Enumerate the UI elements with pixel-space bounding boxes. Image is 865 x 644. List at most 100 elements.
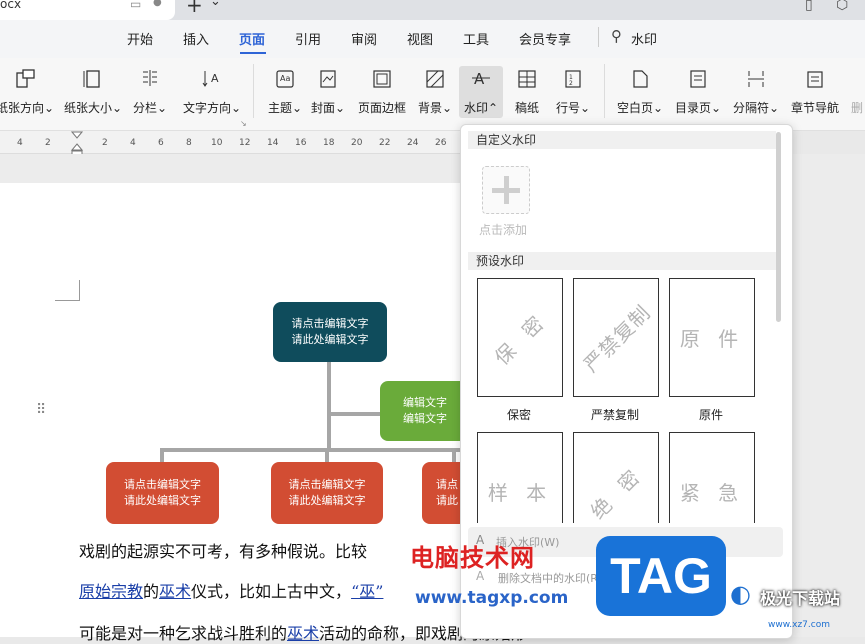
ruler-number: 10 [211,138,223,148]
toc-page-icon [690,70,706,88]
tab-list-chevron-icon[interactable]: ⌄ [210,0,221,9]
page-break-icon [748,71,764,87]
preset-caption: 原件 [698,408,723,422]
node-text: 请点击编辑文字 [288,478,366,491]
menu-tools[interactable]: 工具 [463,29,489,48]
columns-button[interactable]: 分栏⌄ [120,60,180,122]
theme-label: 主题 [267,101,292,115]
cover-button[interactable]: 封面⌄ [298,60,358,122]
orientation-label: 纸张方向 [0,101,44,115]
ruler-number: 16 [295,138,307,148]
diagram-child-node[interactable]: 请点击编辑文字 请此处编辑文字 [106,462,219,524]
node-text: 请点击编辑文字 [124,478,201,491]
watermark-label: 水印 [463,101,488,115]
line-number-button[interactable]: 12 行号⌄ [543,60,603,122]
page-border-label: 页面边框 [357,101,406,115]
node-text: 编辑文字 [403,412,447,425]
background-icon [426,70,444,88]
ruler-number: 18 [323,138,335,148]
custom-watermark-header: 自定义水印 [468,131,776,149]
separator-label: 分隔符 [732,101,769,115]
menu-member[interactable]: 会员专享 [519,29,571,48]
background-label: 背景 [417,101,442,115]
page-border-button[interactable]: 页面边框 [352,60,412,122]
svg-text:2: 2 [569,80,573,87]
link-wu[interactable]: “巫” [351,582,383,601]
search-text[interactable]: 水印 [631,29,657,48]
new-tab-button[interactable]: + [186,0,203,17]
body-paragraph-line[interactable]: 原始宗教的巫术仪式，比如上古中文，“巫” [79,578,383,602]
orientation-button[interactable]: 纸张方向⌄ [0,60,55,122]
menu-review[interactable]: 审阅 [351,29,377,48]
preset-watermark-original[interactable]: 原 件 [669,278,755,397]
tag-logo: TAG [596,536,726,616]
add-custom-watermark-label: 点击添加 [479,223,528,237]
document-tab-label: ocx [0,0,22,11]
paper-size-button[interactable]: 纸张大小⌄ [63,60,123,122]
orientation-icon [16,69,35,88]
horizontal-ruler [0,131,460,154]
phone-icon[interactable]: ▯ [805,0,813,13]
page-border-icon [373,70,391,88]
watermark-preview-text: 绝 密 [585,461,649,523]
watermark-preview-text: 原 件 [679,327,745,351]
text-direction-button[interactable]: A 文字方向⌄ [178,60,246,122]
ruler-number: 12 [239,138,251,148]
link-primitive-religion[interactable]: 原始宗教 [79,582,143,601]
watermark-preview-text: 紧 急 [679,481,745,505]
columns-label: 分栏 [132,101,157,115]
diagram-child-node[interactable]: 请点 请此 [422,462,462,524]
tab-close-dot-icon[interactable]: ● [153,0,162,8]
node-text: 请此处编辑文字 [291,333,369,346]
search-icon[interactable]: ⚲ [611,27,622,45]
separator-button[interactable]: 分隔符⌄ [726,60,786,122]
ruler-number: 4 [17,138,23,148]
watermark-icon: A [472,70,490,88]
menu-start[interactable]: 开始 [127,29,153,48]
text-direction-label: 文字方向 [182,101,231,115]
menu-insert[interactable]: 插入 [183,29,209,48]
section-nav-icon [807,71,823,88]
diagram-connector [160,448,460,452]
cover-icon [320,70,336,88]
watermark-preview-text: 严禁复制 [578,300,656,377]
dialog-launcher-icon[interactable]: ↘ [240,119,247,128]
blank-page-button[interactable]: 空白页⌄ [610,60,670,122]
add-custom-watermark-button[interactable] [482,166,530,214]
drag-handle-icon[interactable]: ⠿ [36,402,46,418]
diagram-root-node[interactable]: 请点击编辑文字 请此处编辑文字 [273,302,387,362]
link-witchcraft[interactable]: 巫术 [159,582,191,601]
diagram-connector [325,448,329,462]
preset-watermark-no-copy[interactable]: 严禁复制 [573,278,659,397]
box-icon[interactable]: ⬡ [836,0,848,13]
svg-text:A: A [211,72,219,85]
diagram-connector [160,448,164,462]
preset-caption: 保密 [506,408,531,422]
preset-watermark-top-secret[interactable]: 绝 密 [573,432,659,523]
toc-page-button[interactable]: 目录页⌄ [668,60,728,122]
toc-page-label: 目录页 [674,101,711,115]
section-nav-button[interactable]: 章节导航 [785,60,845,122]
menu-view[interactable]: 视图 [407,29,433,48]
node-text: 请此处编辑文字 [288,494,366,507]
diagram-connector [327,362,331,450]
diagram-side-node[interactable]: 编辑文字 编辑文字 [380,381,470,441]
preset-watermark-urgent[interactable]: 紧 急 [669,432,755,523]
tab-monitor-icon[interactable]: ▭ [130,0,141,11]
xz7-watermark-url: www.xz7.com [768,620,830,630]
preset-watermark-sample[interactable]: 样 本 [477,432,563,523]
preset-watermark-baomi[interactable]: 保 密 [477,278,563,397]
menu-page[interactable]: 页面 [239,29,265,48]
panel-scrollbar[interactable] [776,132,781,322]
xz7-watermark-text: 极光下载站 [760,589,841,608]
ruler-number: 26 [435,138,447,148]
delete-button-partial[interactable]: 删 [851,99,863,116]
document-tab[interactable]: ocx ▭ ● [0,0,175,20]
link-witchcraft-2[interactable]: 巫术 [287,624,319,643]
diagram-child-node[interactable]: 请点击编辑文字 请此处编辑文字 [271,462,383,524]
menu-reference[interactable]: 引用 [295,29,321,48]
body-paragraph-line[interactable]: 戏剧的起源实不可考，有多种假说。比较 [79,538,367,562]
paper-size-label: 纸张大小 [63,101,112,115]
text-direction-icon: A [202,71,219,87]
manuscript-icon [518,70,536,88]
